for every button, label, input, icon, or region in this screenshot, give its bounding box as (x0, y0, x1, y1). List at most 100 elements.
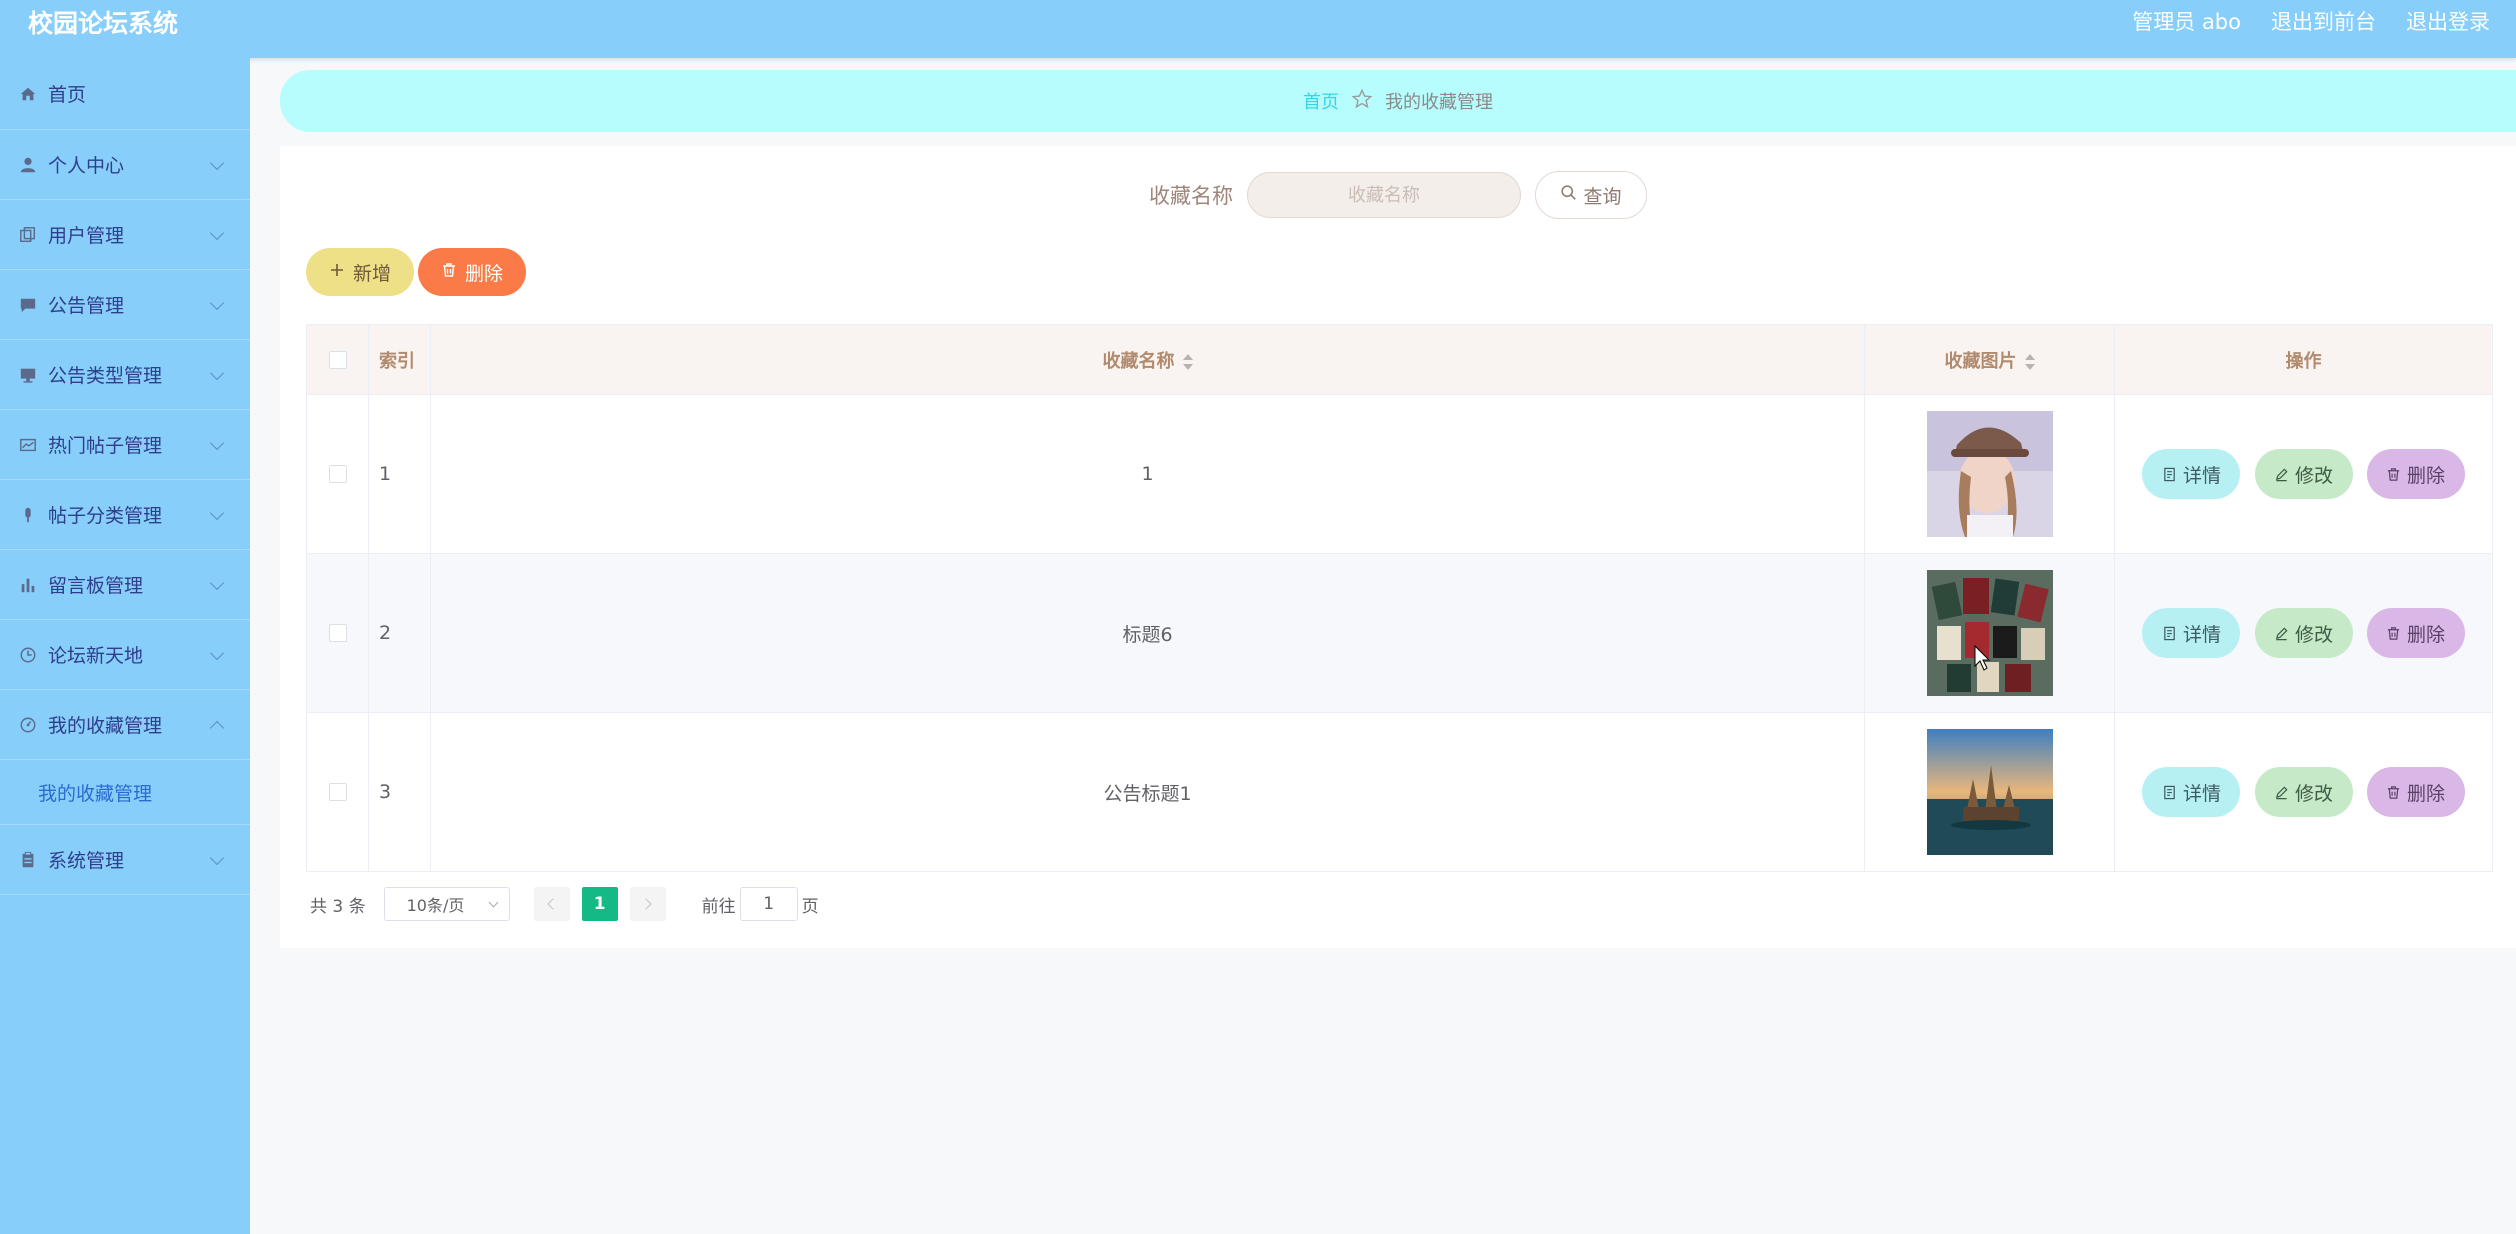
sidebar-item-label: 热门帖子管理 (48, 435, 163, 457)
row-checkbox[interactable] (328, 624, 347, 642)
column-header-name-label: 收藏名称 (1102, 350, 1175, 372)
document-icon (2164, 626, 2175, 640)
row-index: 2 (368, 553, 431, 713)
admin-user-label[interactable]: 管理员 abo (2132, 6, 2241, 36)
sidebar-item-forum-world[interactable]: 论坛新天地 (0, 620, 250, 690)
action-buttons: 新增 删除 (306, 248, 526, 296)
chevron-left-icon (547, 898, 559, 910)
sidebar-item-label: 论坛新天地 (48, 645, 144, 667)
clock-icon (18, 645, 38, 665)
page-number-1[interactable]: 1 (581, 887, 618, 921)
sidebar-item-personal-center[interactable]: 个人中心 (0, 130, 250, 200)
chevron-down-icon (209, 295, 225, 310)
favorite-image-thumbnail[interactable] (1926, 729, 2053, 855)
favorite-image-thumbnail[interactable] (1926, 411, 2053, 537)
page-size-select[interactable]: 10条/页 (383, 887, 510, 921)
sidebar-item-label: 公告类型管理 (48, 365, 163, 387)
query-button-label: 查询 (1583, 185, 1622, 208)
edit-button-label: 修改 (2294, 623, 2333, 646)
sidebar-item-notice-type-management[interactable]: 公告类型管理 (0, 340, 250, 410)
detail-button[interactable]: 详情 (2142, 608, 2241, 658)
favorites-table: 索引 收藏名称 收藏图片 操作 1 1 详情 修改 删除 2 标题6 详情 修改… (306, 324, 2493, 872)
add-button[interactable]: 新增 (306, 248, 414, 296)
row-checkbox[interactable] (328, 465, 347, 483)
sidebar-item-system-management[interactable]: 系统管理 (0, 825, 250, 895)
row-image-cell (1864, 712, 2115, 872)
favorite-name-search-input[interactable] (1247, 172, 1521, 218)
edit-button[interactable]: 修改 (2254, 767, 2353, 817)
user-icon (18, 155, 38, 175)
app-title: 校园论坛系统 (28, 9, 179, 38)
sidebar-subitem-my-favorites[interactable]: 我的收藏管理 (0, 760, 250, 825)
column-header-image[interactable]: 收藏图片 (1864, 324, 2115, 395)
select-all-checkbox[interactable] (328, 350, 347, 369)
sidebar-item-home[interactable]: 首页 (0, 58, 250, 130)
pencil-icon (2275, 626, 2288, 640)
goto-prefix: 前往 (701, 896, 736, 917)
back-to-front-link[interactable]: 退出到前台 (2271, 6, 2376, 36)
edit-button-label: 修改 (2294, 464, 2333, 487)
sidebar-item-hot-post-management[interactable]: 热门帖子管理 (0, 410, 250, 480)
table-row: 3 公告标题1 详情 修改 删除 (306, 712, 2493, 872)
sidebar-item-post-category-management[interactable]: 帖子分类管理 (0, 480, 250, 550)
prev-page-button[interactable] (533, 887, 570, 921)
sidebar-item-label: 系统管理 (48, 850, 125, 872)
clipboard-icon (18, 850, 38, 870)
header-actions: 管理员 abo 退出到前台 退出登录 (2132, 6, 2490, 36)
column-header-name[interactable]: 收藏名称 (430, 324, 1865, 395)
chevron-down-icon (209, 365, 225, 380)
detail-button[interactable]: 详情 (2142, 449, 2241, 499)
detail-button[interactable]: 详情 (2142, 767, 2241, 817)
edit-button[interactable]: 修改 (2254, 608, 2353, 658)
sidebar-item-label: 公告管理 (48, 295, 125, 317)
home-icon (18, 84, 38, 104)
delete-button[interactable]: 删除 (2366, 767, 2465, 817)
row-name: 标题6 (430, 553, 1865, 713)
sidebar-item-user-management[interactable]: 用户管理 (0, 200, 250, 270)
chevron-down-icon (209, 575, 225, 590)
row-name: 公告标题1 (430, 712, 1865, 872)
sidebar-item-notice-management[interactable]: 公告管理 (0, 270, 250, 340)
delete-button[interactable]: 删除 (2366, 608, 2465, 658)
pagination-total: 共 3 条 (310, 896, 366, 917)
document-icon (2164, 785, 2175, 799)
detail-button-label: 详情 (2182, 464, 2221, 487)
page-size-value: 10条/页 (406, 896, 465, 915)
chevron-up-icon (209, 720, 225, 735)
breadcrumb-current: 我的收藏管理 (1385, 92, 1493, 113)
sidebar-item-label: 用户管理 (48, 225, 125, 247)
table-row: 1 1 详情 修改 删除 (306, 394, 2493, 554)
trash-icon (441, 261, 457, 283)
content-panel: 收藏名称 查询 新增 删除 索引 (280, 146, 2516, 948)
edit-button-label: 修改 (2294, 782, 2333, 805)
row-actions-cell: 详情 修改 删除 (2114, 394, 2493, 554)
chevron-down-icon (209, 435, 225, 450)
row-checkbox[interactable] (328, 783, 347, 801)
row-image-cell (1864, 394, 2115, 554)
column-header-index: 索引 (368, 324, 431, 395)
column-header-image-label: 收藏图片 (1944, 350, 2017, 372)
trash-icon (2387, 467, 2400, 481)
batch-delete-button[interactable]: 删除 (418, 248, 526, 296)
table-row: 2 标题6 详情 修改 删除 (306, 553, 2493, 713)
trash-icon (2387, 626, 2400, 640)
sort-icon[interactable] (2024, 353, 2035, 370)
delete-button[interactable]: 删除 (2366, 449, 2465, 499)
breadcrumb-home-link[interactable]: 首页 (1303, 88, 1339, 114)
copy-icon (18, 225, 38, 245)
chart-card-icon (18, 435, 38, 455)
sidebar-item-my-favorites-management[interactable]: 我的收藏管理 (0, 690, 250, 760)
goto-page-input[interactable] (739, 887, 798, 921)
sidebar-item-label: 帖子分类管理 (48, 505, 163, 527)
microphone-icon (18, 505, 38, 525)
edit-button[interactable]: 修改 (2254, 449, 2353, 499)
bar-chart-icon (18, 575, 38, 595)
sidebar-item-message-board-management[interactable]: 留言板管理 (0, 550, 250, 620)
favorite-image-thumbnail[interactable] (1926, 570, 2053, 696)
sidebar-subitem-label: 我的收藏管理 (38, 782, 153, 805)
logout-link[interactable]: 退出登录 (2406, 6, 2490, 36)
next-page-button[interactable] (629, 887, 666, 921)
sidebar-item-label: 我的收藏管理 (48, 715, 163, 737)
query-button[interactable]: 查询 (1535, 171, 1647, 219)
sort-icon[interactable] (1182, 353, 1193, 370)
